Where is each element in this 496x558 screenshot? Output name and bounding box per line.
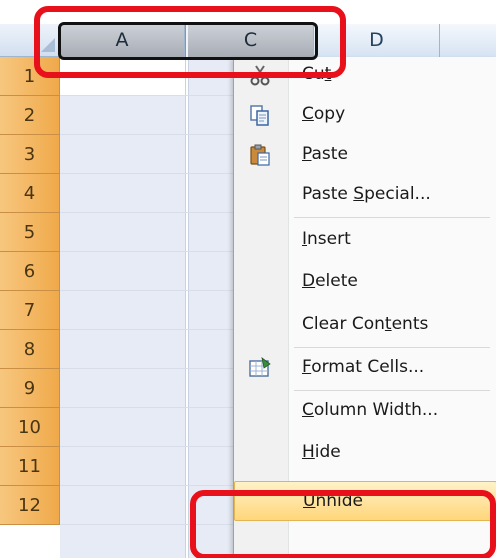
menu-item-copy[interactable]: Copy <box>234 95 496 135</box>
menu-item-format-cells[interactable]: Format Cells... <box>234 348 496 388</box>
menu-item-label: Column Width... <box>302 400 439 420</box>
row-header-11[interactable]: 11 <box>0 447 60 486</box>
active-cell-a1[interactable] <box>60 57 185 96</box>
menu-item-label: Insert <box>302 229 351 249</box>
select-all-triangle-icon <box>41 38 55 52</box>
grid-divider <box>185 57 186 558</box>
column-a-selection <box>60 57 185 558</box>
menu-item-delete[interactable]: Delete <box>234 262 496 302</box>
menu-item-label: Paste <box>302 144 348 164</box>
menu-item-cut[interactable]: Cut <box>234 55 496 95</box>
row-header-2[interactable]: 2 <box>0 96 60 135</box>
menu-item-unhide[interactable]: Unhide <box>234 481 496 521</box>
menu-item-paste[interactable]: Paste <box>234 135 496 175</box>
spreadsheet-screenshot: A C D 1 2 3 4 5 6 7 8 9 10 11 12 Cut Copy Paste Paste … <box>0 0 496 558</box>
menu-item-label: Clear Contents <box>302 314 429 334</box>
grid-divider <box>188 57 189 558</box>
menu-item-paste-special[interactable]: Paste Special... <box>234 175 496 215</box>
menu-item-label: Cut <box>302 64 332 84</box>
menu-item-column-width[interactable]: Column Width... <box>234 391 496 431</box>
menu-item-label: Unhide <box>303 491 363 511</box>
menu-item-clear-contents[interactable]: Clear Contents <box>234 305 496 345</box>
format-cells-icon <box>248 356 272 380</box>
row-header-7[interactable]: 7 <box>0 291 60 330</box>
context-menu: Cut Copy Paste Paste Special... Insert Delete… <box>233 57 496 558</box>
copy-icon <box>248 103 272 127</box>
column-c-selection <box>188 57 233 558</box>
column-header-c[interactable]: C <box>188 24 314 57</box>
row-header-12[interactable]: 12 <box>0 486 60 525</box>
row-header-1[interactable]: 1 <box>0 57 60 96</box>
menu-item-label: Format Cells... <box>302 357 425 377</box>
column-header-a[interactable]: A <box>60 24 185 57</box>
scissors-icon <box>248 63 272 87</box>
row-header-3[interactable]: 3 <box>0 135 60 174</box>
menu-item-insert[interactable]: Insert <box>234 220 496 260</box>
row-header-5[interactable]: 5 <box>0 213 60 252</box>
menu-item-label: Copy <box>302 104 346 124</box>
column-header-d[interactable]: D <box>314 24 440 57</box>
row-header-9[interactable]: 9 <box>0 369 60 408</box>
menu-item-label: Paste Special... <box>302 184 431 204</box>
row-header-10[interactable]: 10 <box>0 408 60 447</box>
menu-item-label: Delete <box>302 271 358 291</box>
menu-item-hide[interactable]: Hide <box>234 433 496 473</box>
row-header-8[interactable]: 8 <box>0 330 60 369</box>
menu-separator <box>294 217 490 218</box>
menu-item-label: Hide <box>302 442 341 462</box>
row-header-6[interactable]: 6 <box>0 252 60 291</box>
select-all-corner[interactable] <box>0 24 60 57</box>
row-header-4[interactable]: 4 <box>0 174 60 213</box>
paste-icon <box>248 143 272 167</box>
